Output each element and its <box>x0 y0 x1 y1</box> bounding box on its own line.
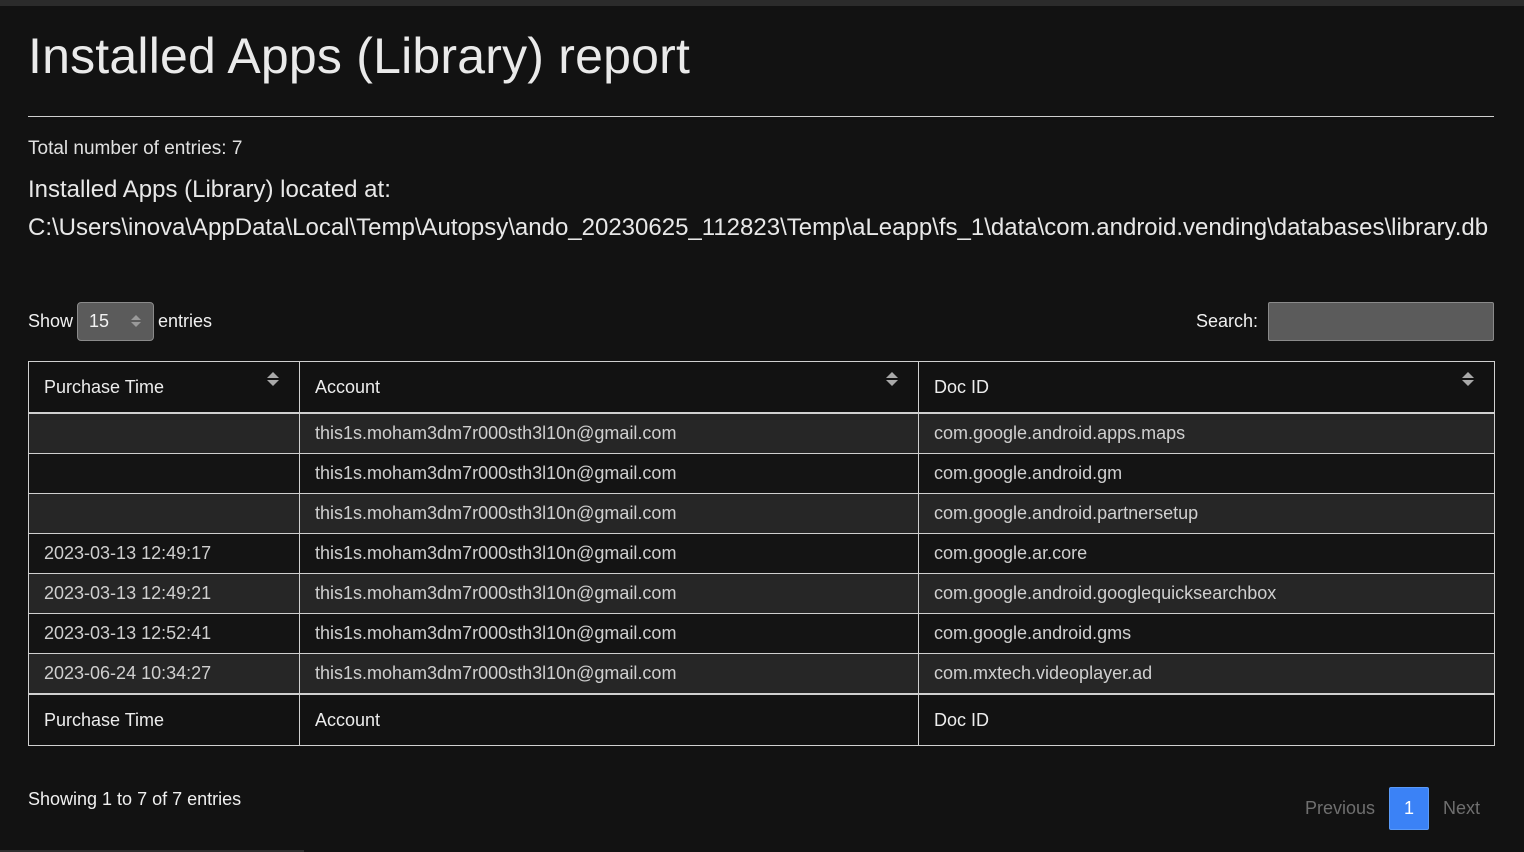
cell-account: this1s.moham3dm7r000sth3l10n@gmail.com <box>299 453 919 494</box>
page-length-control: Show 15 entries <box>28 301 213 341</box>
page-length-select[interactable]: 15 <box>77 301 155 341</box>
column-footer-account: Account <box>299 693 919 746</box>
cell-purchase-time: 2023-03-13 12:52:41 <box>28 613 300 654</box>
table-row: this1s.moham3dm7r000sth3l10n@gmail.com c… <box>28 453 1495 494</box>
cell-purchase-time: 2023-03-13 12:49:21 <box>28 573 300 614</box>
cell-doc-id: com.google.ar.core <box>918 533 1495 574</box>
column-header-account[interactable]: Account <box>299 361 919 414</box>
report-content: Installed Apps (Library) report Total nu… <box>28 6 1495 830</box>
location-path: C:\Users\inova\AppData\Local\Temp\Autops… <box>28 214 1489 241</box>
column-header-purchase-time[interactable]: Purchase Time <box>28 361 300 414</box>
entries-label: entries <box>158 310 213 331</box>
select-arrows-icon <box>131 315 142 327</box>
column-footer-purchase-time: Purchase Time <box>28 693 300 746</box>
table-info: Showing 1 to 7 of 7 entries <box>28 789 242 809</box>
search-label: Search: <box>1195 310 1258 331</box>
sort-icon <box>1462 372 1474 386</box>
cell-doc-id: com.google.android.gm <box>918 453 1495 494</box>
total-entries: Total number of entries: 7 <box>28 138 243 159</box>
table-row: 2023-03-13 12:49:21 this1s.moham3dm7r000… <box>28 573 1495 614</box>
cell-purchase-time: 2023-03-13 12:49:17 <box>28 533 300 574</box>
search-input[interactable] <box>1268 301 1494 341</box>
previous-button[interactable]: Previous <box>1291 798 1389 819</box>
cell-doc-id: com.google.android.apps.maps <box>918 412 1495 454</box>
pagination: Previous 1 Next <box>1291 787 1494 830</box>
cell-doc-id: com.mxtech.videoplayer.ad <box>918 653 1495 695</box>
table-header-row: Purchase Time Account Doc ID <box>28 361 1495 414</box>
search-control: Search: <box>1195 301 1494 341</box>
cell-account: this1s.moham3dm7r000sth3l10n@gmail.com <box>299 573 919 614</box>
table-row: this1s.moham3dm7r000sth3l10n@gmail.com c… <box>28 412 1495 454</box>
cell-doc-id: com.google.android.gms <box>918 613 1495 654</box>
table-row: 2023-03-13 12:52:41 this1s.moham3dm7r000… <box>28 613 1495 654</box>
cell-account: this1s.moham3dm7r000sth3l10n@gmail.com <box>299 412 919 454</box>
page-1-button[interactable]: 1 <box>1388 787 1429 830</box>
sort-icon <box>886 372 898 386</box>
cell-purchase-time <box>28 412 300 454</box>
cell-account: this1s.moham3dm7r000sth3l10n@gmail.com <box>299 493 919 534</box>
cell-account: this1s.moham3dm7r000sth3l10n@gmail.com <box>299 613 919 654</box>
table-row: 2023-03-13 12:49:17 this1s.moham3dm7r000… <box>28 533 1495 574</box>
report-table: Purchase Time Account Doc ID this1s.moha… <box>28 361 1495 746</box>
table-row: this1s.moham3dm7r000sth3l10n@gmail.com c… <box>28 493 1495 534</box>
cell-purchase-time <box>28 453 300 494</box>
next-button[interactable]: Next <box>1429 798 1494 819</box>
cell-account: this1s.moham3dm7r000sth3l10n@gmail.com <box>299 653 919 695</box>
page-title: Installed Apps (Library) report <box>28 28 691 84</box>
sort-icon <box>267 372 279 386</box>
cell-purchase-time <box>28 493 300 534</box>
show-label: Show <box>28 310 74 331</box>
page-length-value: 15 <box>89 310 110 331</box>
column-footer-doc-id: Doc ID <box>918 693 1495 746</box>
column-header-doc-id[interactable]: Doc ID <box>918 361 1495 414</box>
title-divider <box>28 116 1494 117</box>
location-label: Installed Apps (Library) located at: <box>28 176 391 203</box>
table-footer-row: Purchase Time Account Doc ID <box>28 693 1495 746</box>
cell-purchase-time: 2023-06-24 10:34:27 <box>28 653 300 695</box>
table-row: 2023-06-24 10:34:27 this1s.moham3dm7r000… <box>28 653 1495 695</box>
cell-doc-id: com.google.android.partnersetup <box>918 493 1495 534</box>
cell-account: this1s.moham3dm7r000sth3l10n@gmail.com <box>299 533 919 574</box>
cell-doc-id: com.google.android.googlequicksearchbox <box>918 573 1495 614</box>
